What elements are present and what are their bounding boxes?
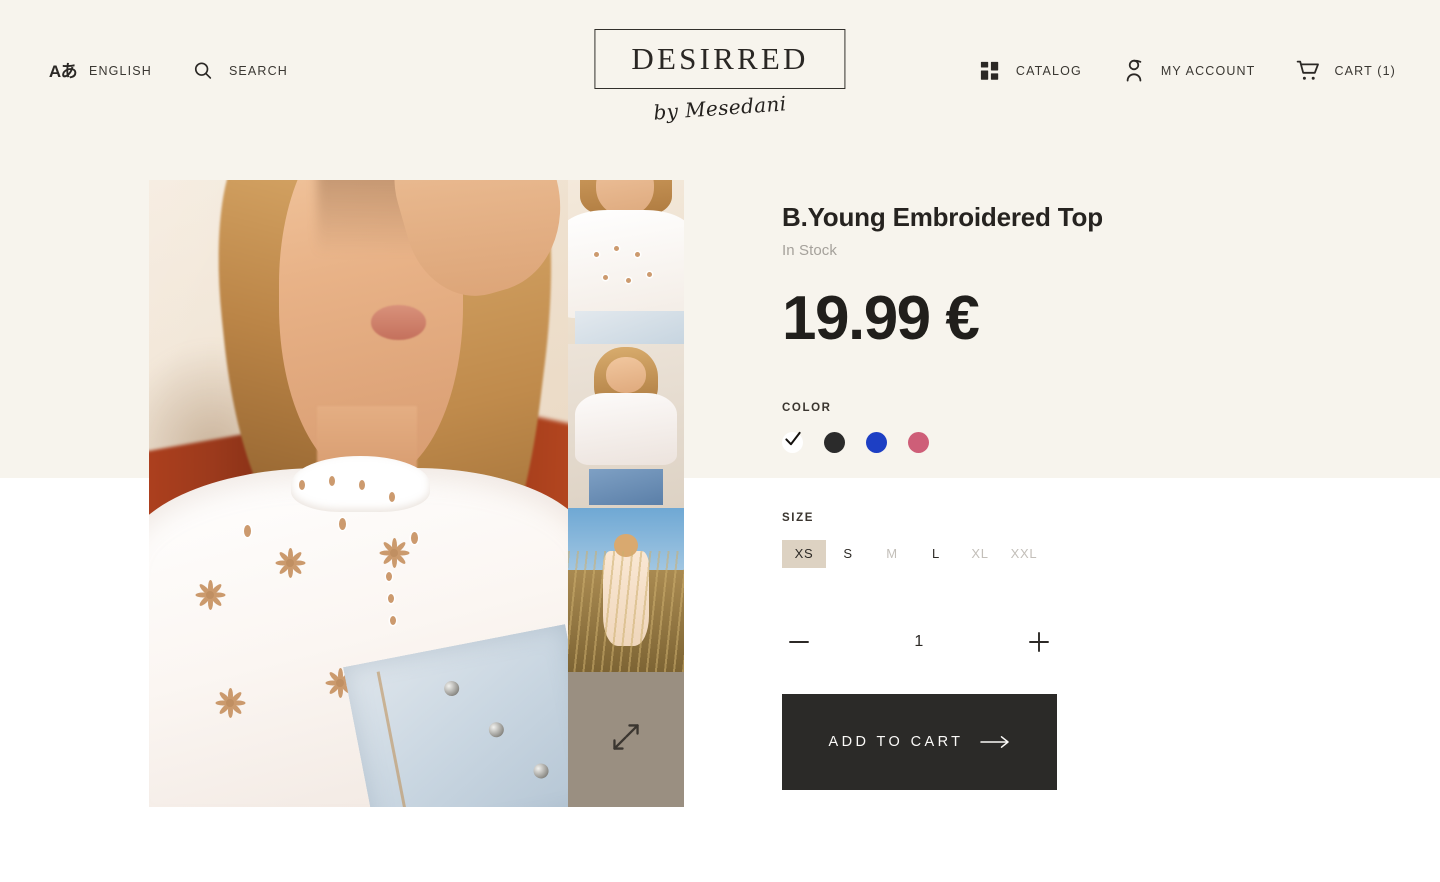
add-to-cart-label: ADD TO CART bbox=[828, 733, 964, 750]
main-image-scene bbox=[149, 180, 568, 807]
thumbnail-3-scene bbox=[568, 508, 684, 672]
language-glyph: Aあ bbox=[48, 61, 78, 81]
check-icon bbox=[783, 430, 802, 454]
size-option-s[interactable]: S bbox=[826, 540, 870, 568]
expand-icon bbox=[611, 722, 641, 757]
quantity-increase-button[interactable] bbox=[1022, 625, 1056, 659]
size-option-xl[interactable]: XL bbox=[958, 540, 1002, 568]
grid-icon bbox=[977, 58, 1003, 84]
size-option-list: XS S M L XL XXL bbox=[782, 539, 1212, 568]
add-to-cart-button[interactable]: ADD TO CART bbox=[782, 693, 1057, 790]
size-option-xxl[interactable]: XXL bbox=[1002, 540, 1046, 568]
language-icon: Aあ bbox=[48, 58, 78, 84]
account-label: MY ACCOUNT bbox=[1160, 64, 1256, 78]
catalog-link[interactable]: CATALOG bbox=[977, 58, 1082, 84]
thumbnail-3[interactable] bbox=[568, 508, 684, 672]
size-option-l[interactable]: L bbox=[914, 540, 958, 568]
stock-status: In Stock bbox=[782, 241, 837, 259]
color-swatch-black[interactable] bbox=[824, 431, 845, 453]
product-price: 19.99 € bbox=[782, 283, 980, 353]
color-label: COLOR bbox=[782, 401, 832, 414]
site-logo[interactable]: DESIRRED by Mesedani bbox=[594, 29, 846, 125]
search-button[interactable]: SEARCH bbox=[190, 58, 288, 84]
header-nav-right: CATALOG MY ACCOUNT CART (1) bbox=[977, 58, 1396, 84]
color-swatch-pink[interactable] bbox=[908, 431, 929, 453]
size-label: SIZE bbox=[782, 511, 814, 524]
color-swatch-list bbox=[782, 430, 1212, 454]
thumbnail-2-scene bbox=[568, 344, 684, 508]
color-swatch-blue[interactable] bbox=[866, 431, 887, 453]
color-swatch-white[interactable] bbox=[782, 430, 803, 454]
color-selector: COLOR bbox=[782, 402, 1212, 453]
logo-wordmark: DESIRRED bbox=[631, 41, 809, 76]
product-gallery bbox=[149, 180, 684, 807]
cart-link[interactable]: CART (1) bbox=[1295, 58, 1396, 84]
logo-box: DESIRRED bbox=[594, 29, 846, 89]
logo-byline: by Mesedani bbox=[652, 91, 788, 125]
language-switcher[interactable]: Aあ ENGLISH bbox=[48, 58, 152, 84]
site-header: Aあ ENGLISH SEARCH DESIRRED by Mesedani C… bbox=[0, 0, 1440, 145]
catalog-label: CATALOG bbox=[1015, 64, 1082, 78]
size-option-m[interactable]: M bbox=[870, 540, 914, 568]
language-label: ENGLISH bbox=[89, 64, 152, 78]
main-product-image[interactable] bbox=[149, 180, 568, 807]
thumbnail-1[interactable] bbox=[568, 180, 684, 344]
quantity-decrease-button[interactable] bbox=[782, 625, 816, 659]
thumbnail-1-scene bbox=[568, 180, 684, 344]
quantity-value: 1 bbox=[914, 632, 924, 650]
user-icon bbox=[1122, 58, 1148, 84]
cart-icon bbox=[1295, 58, 1321, 84]
product-page: Aあ ENGLISH SEARCH DESIRRED by Mesedani C… bbox=[0, 0, 1440, 882]
account-link[interactable]: MY ACCOUNT bbox=[1122, 58, 1256, 84]
thumbnail-2[interactable] bbox=[568, 344, 684, 508]
expand-image-button[interactable] bbox=[568, 672, 684, 807]
thumbnail-list bbox=[568, 180, 684, 807]
size-option-xs[interactable]: XS bbox=[782, 539, 826, 568]
search-icon bbox=[190, 58, 216, 84]
arrow-right-icon bbox=[980, 735, 1010, 749]
product-title: B.Young Embroidered Top bbox=[782, 202, 1103, 232]
size-selector: SIZE XS S M L XL XXL bbox=[782, 512, 1212, 568]
cart-label: CART (1) bbox=[1334, 64, 1396, 78]
search-label: SEARCH bbox=[228, 64, 288, 78]
quantity-stepper: 1 bbox=[782, 622, 1056, 662]
product-info: B.Young Embroidered Top In Stock 19.99 €… bbox=[782, 202, 1212, 790]
header-nav-left: Aあ ENGLISH SEARCH bbox=[48, 58, 288, 84]
